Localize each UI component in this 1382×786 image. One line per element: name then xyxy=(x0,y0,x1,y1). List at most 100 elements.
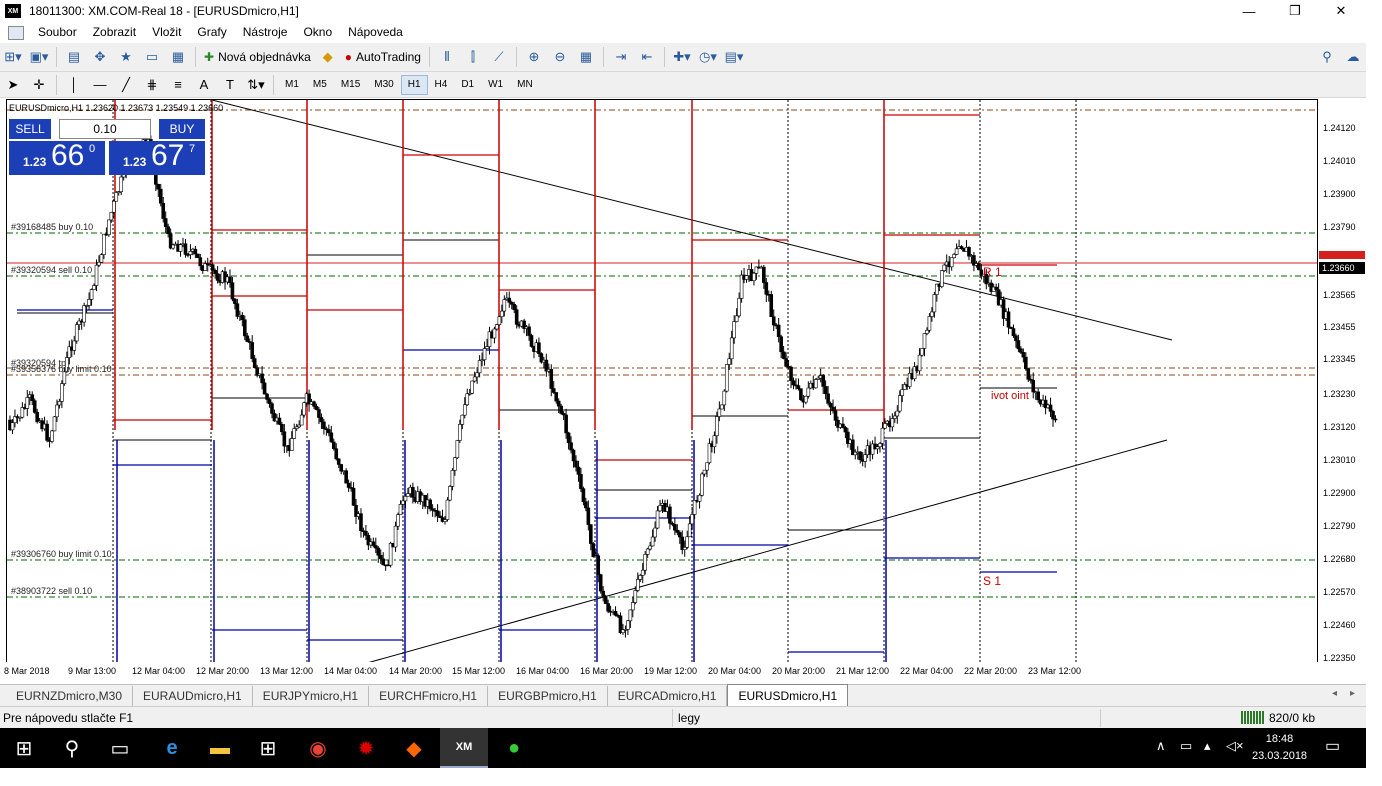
chart-canvas xyxy=(7,100,1317,662)
line-chart-icon[interactable]: ⟋ xyxy=(488,46,510,68)
ask-price-box[interactable]: 1.23 67 7 xyxy=(109,139,205,175)
order-label[interactable]: #39356376 buy limit 0.10 xyxy=(11,364,112,374)
tab-eurcad-h1[interactable]: EURCADmicro,H1 xyxy=(608,686,728,706)
menu-soubor[interactable]: Soubor xyxy=(30,22,85,43)
close-button[interactable]: ✕ xyxy=(1318,0,1364,22)
search-icon[interactable]: ⚲ xyxy=(1316,46,1338,68)
zoom-in-icon[interactable]: ⊕ xyxy=(523,46,545,68)
tab-scroll-right-icon[interactable]: ▸ xyxy=(1350,688,1355,699)
periods-icon[interactable]: ◷▾ xyxy=(697,46,719,68)
store-icon[interactable]: ⊞ xyxy=(244,728,292,768)
utility-app-icon[interactable]: ◆ xyxy=(390,728,438,768)
new-chart-icon[interactable]: ⊞▾ xyxy=(2,46,24,68)
crosshair-icon[interactable]: ✛ xyxy=(28,74,50,96)
candle-body xyxy=(445,499,450,520)
timeframe-w1[interactable]: W1 xyxy=(481,75,510,95)
chart-window-icon[interactable] xyxy=(8,25,24,40)
new-order-button[interactable]: ✚ Nová objednávka xyxy=(200,50,315,64)
timeframe-m15[interactable]: M15 xyxy=(334,75,367,95)
candle-body xyxy=(188,251,193,255)
chart-tabs: EURNZDmicro,M30 EURAUDmicro,H1 EURJPYmic… xyxy=(0,684,1366,706)
taskbar-clock[interactable]: 18:48 23.03.2018 xyxy=(1252,731,1307,765)
menu-napoveda[interactable]: Nápoveda xyxy=(340,22,411,43)
green-app-icon[interactable]: ● xyxy=(490,728,538,768)
network-icon[interactable]: ▴ xyxy=(1204,738,1211,754)
file-explorer-icon[interactable]: ▬ xyxy=(196,728,244,768)
tray-chevron-icon[interactable]: ∧ xyxy=(1156,738,1166,754)
indicators-icon[interactable]: ✚▾ xyxy=(671,46,693,68)
order-label[interactable]: #39306760 buy limit 0.10 xyxy=(11,549,112,559)
timeframe-h4[interactable]: H4 xyxy=(428,75,455,95)
xm-terminal-taskbar-icon[interactable]: XM xyxy=(440,728,488,768)
volume-icon[interactable]: ◁× xyxy=(1226,738,1244,754)
order-label[interactable]: #39168485 buy 0.10 xyxy=(11,222,93,232)
templates-icon[interactable]: ▤▾ xyxy=(723,46,745,68)
arrows-icon[interactable]: ⇅▾ xyxy=(245,74,267,96)
battery-icon[interactable]: ▭ xyxy=(1180,738,1192,754)
chrome-icon[interactable]: ◉ xyxy=(294,728,342,768)
start-windows-icon[interactable]: ⊞ xyxy=(0,728,48,768)
order-label[interactable]: #39320594 sell 0.10 xyxy=(11,265,92,275)
navigator-icon[interactable]: ★ xyxy=(115,46,137,68)
notifications-icon[interactable]: ▭ xyxy=(1325,736,1340,756)
task-view-icon[interactable]: ▭ xyxy=(96,728,144,768)
trendline-icon[interactable]: ╱ xyxy=(115,74,137,96)
timeframe-m1[interactable]: M1 xyxy=(278,75,306,95)
bar-chart-icon[interactable]: ⫴ xyxy=(436,46,458,68)
timeframe-h1[interactable]: H1 xyxy=(400,74,428,95)
tab-eurnzd-m30[interactable]: EURNZDmicro,M30 xyxy=(6,686,134,706)
zoom-out-icon[interactable]: ⊖ xyxy=(549,46,571,68)
menu-zobrazit[interactable]: Zobrazit xyxy=(85,22,144,43)
profiles-icon[interactable]: ▣▾ xyxy=(28,46,50,68)
timeframe-m5[interactable]: M5 xyxy=(306,75,334,95)
candle-body xyxy=(270,403,274,414)
time-scale[interactable]: 8 Mar 2018 9 Mar 13:00 12 Mar 04:00 12 Mar … xyxy=(0,662,1366,684)
maximize-button[interactable]: ❐ xyxy=(1272,0,1318,22)
price-chart[interactable]: EURUSDmicro,H1 1.23620 1.23673 1.23549 1… xyxy=(6,99,1317,662)
menu-nastroje[interactable]: Nástroje xyxy=(235,22,296,43)
buy-button[interactable]: BUY xyxy=(159,119,205,139)
data-window-icon[interactable]: ✥ xyxy=(89,46,111,68)
price-scale[interactable]: 1.24120 1.24010 1.23900 1.23790 1.23660 1.235… xyxy=(1317,99,1366,663)
chat-icon[interactable]: ☁ xyxy=(1342,46,1364,68)
tab-eurchf-h1[interactable]: EURCHFmicro,H1 xyxy=(369,686,489,706)
minimize-button[interactable]: — xyxy=(1226,0,1272,22)
timeframe-mn[interactable]: MN xyxy=(510,75,540,95)
tile-windows-icon[interactable]: ▦ xyxy=(575,46,597,68)
menu-grafy[interactable]: Grafy xyxy=(189,22,234,43)
search-icon[interactable]: ⚲ xyxy=(48,728,96,768)
tab-eurjpy-h1[interactable]: EURJPYmicro,H1 xyxy=(253,686,370,706)
chart-shift-icon[interactable]: ⇤ xyxy=(636,46,658,68)
tab-scroll-left-icon[interactable]: ◂ xyxy=(1332,688,1337,699)
lot-size-input[interactable]: 0.10 xyxy=(59,119,151,139)
terminal-icon[interactable]: ▭ xyxy=(141,46,163,68)
autotrading-button[interactable]: ● AutoTrading xyxy=(341,50,425,64)
candle-body xyxy=(282,431,287,447)
timeframe-m30[interactable]: M30 xyxy=(367,75,400,95)
timeframe-d1[interactable]: D1 xyxy=(454,75,481,95)
channel-icon[interactable]: ⋕ xyxy=(141,74,163,96)
market-watch-icon[interactable]: ▤ xyxy=(63,46,85,68)
tab-eurusd-h1[interactable]: EURUSDmicro,H1 xyxy=(727,684,849,706)
tester-icon[interactable]: ▦ xyxy=(167,46,189,68)
fibonacci-icon[interactable]: ≡ xyxy=(167,74,189,96)
horizontal-line-icon[interactable]: — xyxy=(89,74,111,96)
price-tick-label: 1.23565 xyxy=(1323,290,1356,300)
sell-button[interactable]: SELL xyxy=(9,119,51,139)
autoscroll-icon[interactable]: ⇥ xyxy=(610,46,632,68)
order-label[interactable]: #38903722 sell 0.10 xyxy=(11,586,92,596)
cursor-icon[interactable]: ➤ xyxy=(2,74,24,96)
game-app-icon[interactable]: ✹ xyxy=(342,728,390,768)
bid-price-box[interactable]: 1.23 66 0 xyxy=(9,139,105,175)
label-icon[interactable]: T xyxy=(219,74,241,96)
vertical-line-icon[interactable]: │ xyxy=(63,74,85,96)
tab-euraud-h1[interactable]: EURAUDmicro,H1 xyxy=(133,686,253,706)
menu-okno[interactable]: Okno xyxy=(295,22,340,43)
candle-chart-icon[interactable]: ⫿ xyxy=(462,46,484,68)
text-icon[interactable]: A xyxy=(193,74,215,96)
tab-eurgbp-h1[interactable]: EURGBPmicro,H1 xyxy=(488,686,608,706)
menu-vlozit[interactable]: Vložit xyxy=(144,22,189,43)
candle-body xyxy=(82,305,86,323)
metaeditor-icon[interactable]: ◆ xyxy=(317,46,339,68)
edge-browser-icon[interactable]: e xyxy=(148,728,196,768)
